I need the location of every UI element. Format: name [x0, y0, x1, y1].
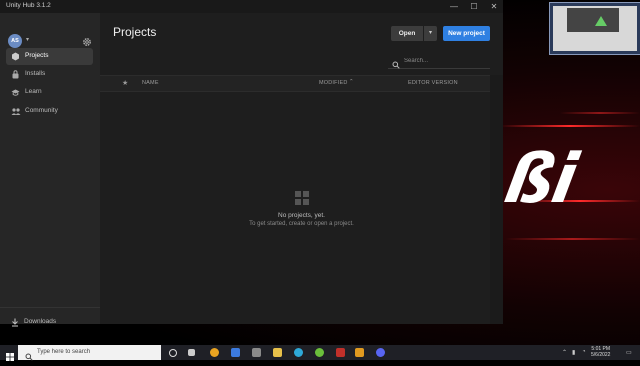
cortana-icon[interactable]: [169, 349, 177, 357]
column-name[interactable]: NAME: [142, 80, 159, 86]
clock-date: 5/6/2022: [591, 352, 611, 358]
sidebar: AS ▾ Projects Installs Learn Community D…: [0, 13, 100, 327]
app-icon[interactable]: [315, 348, 324, 357]
people-icon: [11, 107, 21, 116]
empty-state-subtitle: To get started, create or open a project…: [249, 221, 354, 227]
search-field[interactable]: [388, 53, 490, 69]
sidebar-item-label: Projects: [25, 52, 49, 59]
avatar[interactable]: AS: [8, 34, 22, 48]
title-bar: Unity Hub 3.1.2 — ☐ ✕: [0, 0, 503, 13]
task-view-icon[interactable]: [188, 349, 195, 356]
window-preview-thumbnail[interactable]: [549, 2, 640, 55]
sidebar-item-label: Installs: [25, 70, 46, 77]
unity-hub-window: Unity Hub 3.1.2 — ☐ ✕ AS ▾ Projects Inst…: [0, 0, 503, 327]
unity-icon[interactable]: [252, 348, 261, 357]
chevron-down-icon: ▾: [428, 30, 432, 36]
wallpaper-streak: [500, 125, 640, 127]
edge-icon[interactable]: [294, 348, 303, 357]
lock-icon: [11, 70, 20, 79]
minimize-button[interactable]: —: [444, 0, 464, 13]
windows-start-icon[interactable]: [6, 348, 14, 366]
sidebar-item-community[interactable]: Community: [6, 103, 93, 120]
downloads-label: Downloads: [24, 318, 57, 325]
close-button[interactable]: ✕: [484, 0, 504, 13]
chrome-icon[interactable]: [210, 348, 219, 357]
notifications-icon[interactable]: ▭: [626, 349, 632, 356]
window-title: Unity Hub 3.1.2: [6, 2, 51, 9]
clock[interactable]: 5:01 PM 5/6/2022: [591, 346, 610, 358]
table-header: ★ NAME MODIFIED ⌃ EDITOR VERSION: [100, 75, 490, 92]
wallpaper-streak: [505, 238, 640, 240]
search-icon: [25, 348, 33, 366]
empty-state-title: No projects, yet.: [278, 212, 325, 219]
download-icon: [11, 318, 19, 329]
file-explorer-icon[interactable]: [273, 348, 282, 357]
open-button[interactable]: Open: [391, 26, 423, 41]
taskbar: Type here to search ⌃ ▮ ◔ 5:01 PM 5/6/20…: [0, 345, 640, 361]
search-input[interactable]: [402, 54, 490, 68]
msi-logo: ⁠ßi: [499, 140, 582, 219]
battery-icon[interactable]: ▮: [572, 349, 575, 356]
sidebar-divider: [0, 307, 100, 308]
column-modified[interactable]: MODIFIED: [319, 80, 348, 86]
msi-app-icon[interactable]: [336, 348, 345, 357]
chevron-up-icon[interactable]: ⌃: [562, 349, 567, 356]
chevron-down-icon[interactable]: ▾: [26, 36, 29, 43]
taskbar-search-box[interactable]: Type here to search: [18, 345, 161, 361]
wallpaper-streak: [560, 112, 640, 114]
maximize-button[interactable]: ☐: [464, 0, 484, 13]
new-project-button[interactable]: New project: [443, 26, 490, 41]
main-panel: Projects Open ▾ New project ★ NAME MODIF…: [100, 13, 503, 324]
search-icon: [392, 56, 400, 74]
sidebar-item-installs[interactable]: Installs: [6, 66, 93, 83]
cube-icon: [11, 52, 20, 61]
open-dropdown-button[interactable]: ▾: [424, 26, 437, 41]
scrollbar-track[interactable]: [490, 75, 503, 324]
sort-ascending-icon: ⌃: [349, 79, 354, 85]
sidebar-item-learn[interactable]: Learn: [6, 84, 93, 101]
graduation-cap-icon: [11, 88, 20, 97]
star-icon[interactable]: ★: [122, 79, 128, 87]
sidebar-item-label: Learn: [25, 88, 42, 95]
downloads-button[interactable]: Downloads: [6, 314, 93, 331]
discord-icon[interactable]: [376, 348, 385, 357]
column-editor-version[interactable]: EDITOR VERSION: [408, 80, 458, 86]
taskbar-search-placeholder: Type here to search: [37, 349, 91, 355]
sidebar-item-label: Community: [25, 107, 58, 114]
sublime-text-icon[interactable]: [355, 348, 364, 357]
empty-projects-icon: [295, 191, 309, 205]
page-title: Projects: [113, 25, 157, 39]
zoom-icon[interactable]: [231, 348, 240, 357]
sidebar-item-projects[interactable]: Projects: [6, 48, 93, 65]
network-icon[interactable]: ◔: [582, 349, 586, 355]
